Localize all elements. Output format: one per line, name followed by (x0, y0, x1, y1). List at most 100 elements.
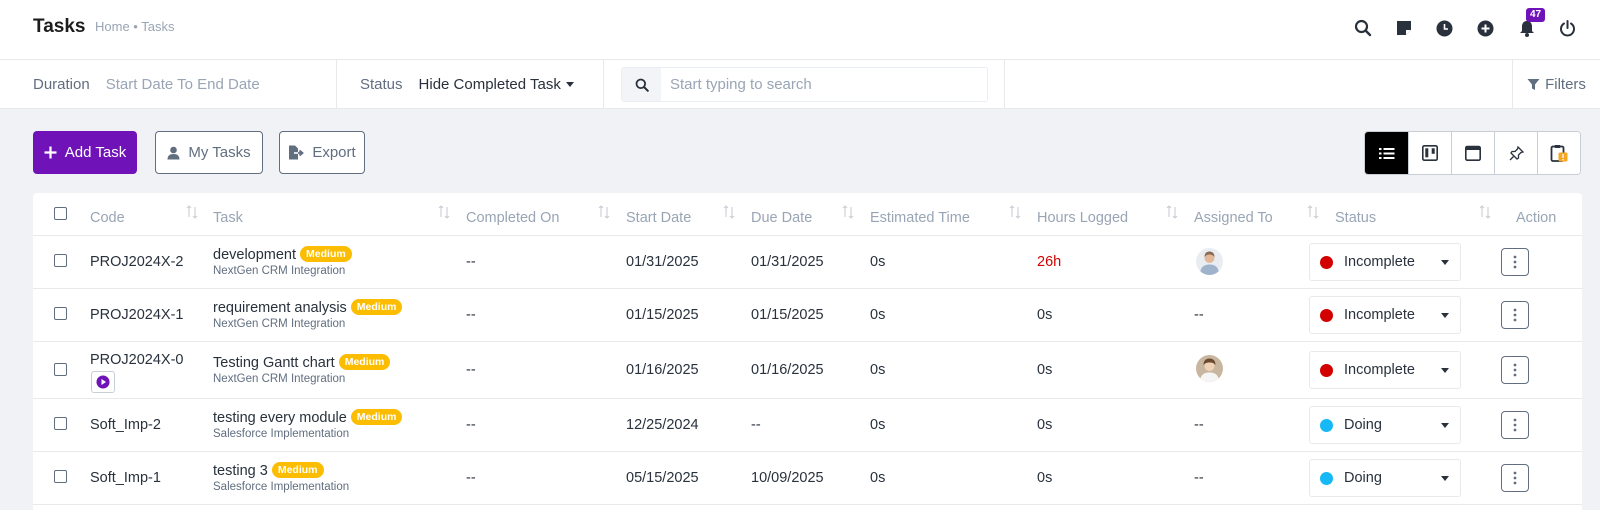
power-icon[interactable] (1547, 14, 1588, 42)
sort-icon[interactable] (438, 205, 450, 219)
table-row[interactable]: PROJ2024X-1 requirement analysis Medium N… (33, 289, 1582, 342)
project-name[interactable]: NextGen CRM Integration (213, 318, 402, 330)
add-task-label: Add Task (64, 144, 127, 161)
row-checkbox[interactable] (54, 363, 67, 376)
column-header-start-date[interactable]: Start Date (626, 210, 691, 226)
priority-badge: Medium (271, 462, 324, 478)
project-name[interactable]: Salesforce Implementation (213, 481, 349, 493)
view-switcher (1364, 131, 1581, 175)
filters-button[interactable]: Filters (1512, 60, 1600, 108)
row-action-menu-button[interactable] (1501, 248, 1529, 276)
completed-on: -- (466, 470, 476, 486)
status-dropdown[interactable]: Incomplete (1309, 296, 1461, 334)
avatar[interactable] (1196, 248, 1223, 275)
column-header-completed-on[interactable]: Completed On (466, 210, 560, 226)
task-name-link[interactable]: development (213, 247, 296, 263)
chevron-down-icon (1441, 423, 1449, 428)
notification-count-badge: 47 (1526, 8, 1546, 22)
project-name[interactable]: NextGen CRM Integration (213, 265, 352, 277)
priority-badge: Medium (350, 299, 403, 315)
sort-icon[interactable] (842, 205, 854, 219)
table-row[interactable]: PROJ2024X-2 development Medium NextGen CR… (33, 236, 1582, 289)
status-value: Incomplete (1344, 254, 1415, 270)
duration-filter[interactable]: Duration Start Date To End Date (0, 60, 337, 108)
column-header-task[interactable]: Task (213, 210, 243, 226)
estimated-time: 0s (870, 254, 886, 270)
chevron-down-icon (565, 81, 574, 87)
task-cell: development Medium NextGen CRM Integratio… (213, 246, 352, 277)
column-header-status[interactable]: Status (1335, 210, 1376, 226)
row-action-menu-button[interactable] (1501, 301, 1529, 329)
pinned-view-button[interactable] (1494, 132, 1537, 174)
column-header-assigned-to[interactable]: Assigned To (1194, 210, 1273, 226)
priority-badge: Medium (338, 354, 391, 370)
task-code: Soft_Imp-2 (90, 417, 161, 433)
filters-label: Filters (1545, 75, 1586, 93)
status-dropdown[interactable]: Incomplete (1309, 243, 1461, 281)
status-filter-value[interactable]: Hide Completed Task (419, 76, 561, 93)
column-header-hours-logged[interactable]: Hours Logged (1037, 210, 1128, 226)
search-input[interactable] (661, 76, 981, 93)
sort-icon[interactable] (186, 205, 198, 219)
table-row[interactable]: Soft_Imp-1 testing 3 Medium Salesforce Im… (33, 452, 1582, 505)
table-row[interactable]: Soft_Imp-2 testing every module Medium Sa… (33, 399, 1582, 452)
project-name[interactable]: NextGen CRM Integration (213, 373, 390, 385)
chevron-down-icon (1441, 260, 1449, 265)
start-date: 12/25/2024 (626, 417, 699, 433)
select-all-checkbox[interactable] (54, 207, 67, 220)
start-timer-button[interactable] (91, 371, 115, 393)
sticky-note-icon[interactable] (1383, 14, 1424, 42)
sort-icon[interactable] (1479, 205, 1491, 219)
waiting-approval-button[interactable] (1537, 132, 1580, 174)
completed-on: -- (466, 362, 476, 378)
row-checkbox[interactable] (54, 417, 67, 430)
status-filter[interactable]: Status Hide Completed Task (337, 60, 604, 108)
sort-icon[interactable] (1166, 205, 1178, 219)
search-icon[interactable] (1342, 14, 1383, 42)
plus-circle-icon[interactable] (1465, 14, 1506, 42)
sort-icon[interactable] (1307, 205, 1319, 219)
row-action-menu-button[interactable] (1501, 411, 1529, 439)
add-task-button[interactable]: Add Task (33, 131, 137, 174)
task-code: PROJ2024X-1 (90, 307, 184, 323)
kanban-view-button[interactable] (1408, 132, 1451, 174)
play-icon (96, 375, 110, 389)
kebab-menu-icon (1513, 363, 1517, 377)
my-tasks-button[interactable]: My Tasks (155, 131, 263, 174)
task-name-link[interactable]: testing every module (213, 410, 347, 426)
row-action-menu-button[interactable] (1501, 356, 1529, 384)
task-name-link[interactable]: Testing Gantt chart (213, 355, 335, 371)
column-header-due-date[interactable]: Due Date (751, 210, 812, 226)
column-header-code[interactable]: Code (90, 210, 125, 226)
export-label: Export (312, 144, 356, 161)
export-file-icon (289, 145, 305, 160)
column-header-estimated-time[interactable]: Estimated Time (870, 210, 970, 226)
column-header-action: Action (1516, 210, 1557, 226)
sort-icon[interactable] (723, 205, 735, 219)
due-date: 01/15/2025 (751, 307, 824, 323)
task-name-link[interactable]: testing 3 (213, 463, 268, 479)
hours-logged: 0s (1037, 417, 1053, 433)
status-dropdown[interactable]: Incomplete (1309, 351, 1461, 389)
list-view-button[interactable] (1365, 132, 1408, 174)
sort-icon[interactable] (598, 205, 610, 219)
status-dot-icon (1320, 418, 1333, 432)
table-row[interactable]: PROJ2024X-0 Testing Gantt chart Medium Ne… (33, 342, 1582, 399)
due-date: 01/16/2025 (751, 362, 824, 378)
clock-icon[interactable] (1424, 14, 1465, 42)
duration-value[interactable]: Start Date To End Date (106, 76, 260, 93)
row-checkbox[interactable] (54, 470, 67, 483)
task-name-link[interactable]: requirement analysis (213, 300, 347, 316)
sort-icon[interactable] (1009, 205, 1021, 219)
row-action-menu-button[interactable] (1501, 464, 1529, 492)
status-dropdown[interactable]: Doing (1309, 406, 1461, 444)
row-checkbox[interactable] (54, 254, 67, 267)
status-dropdown[interactable]: Doing (1309, 459, 1461, 497)
bell-icon[interactable]: 47 (1506, 8, 1547, 42)
row-checkbox[interactable] (54, 307, 67, 320)
export-button[interactable]: Export (279, 131, 365, 174)
project-name[interactable]: Salesforce Implementation (213, 428, 402, 440)
avatar[interactable] (1196, 355, 1223, 382)
calendar-view-button[interactable] (1451, 132, 1494, 174)
kebab-menu-icon (1513, 471, 1517, 485)
